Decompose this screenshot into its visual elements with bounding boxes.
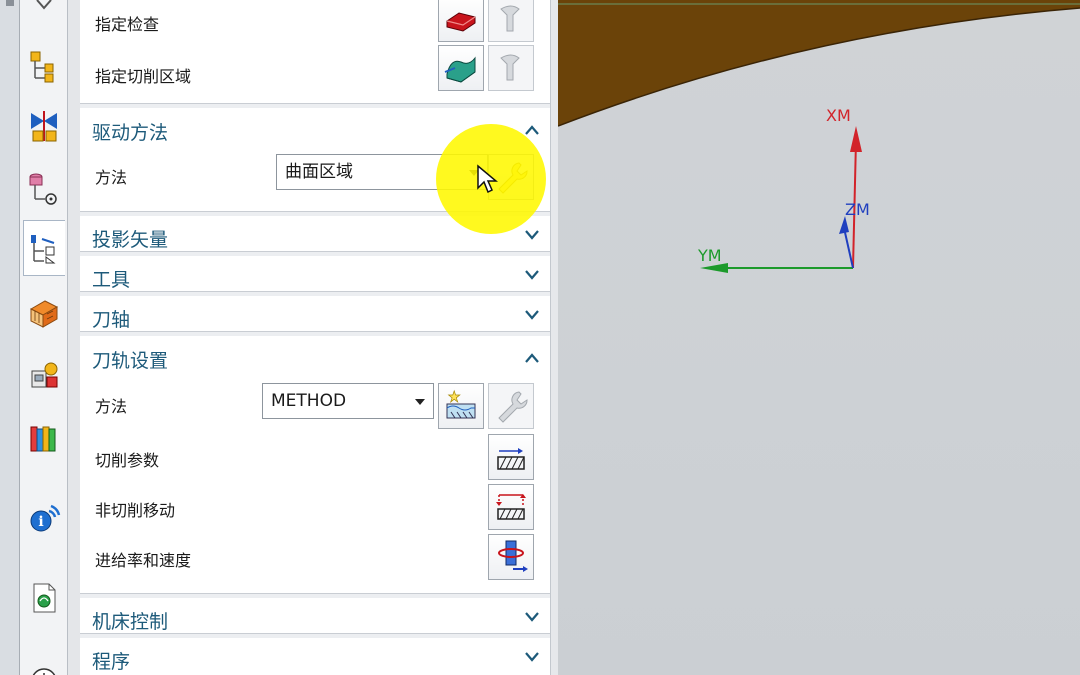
drive-method-label: 方法	[95, 168, 128, 187]
part-surface	[558, 0, 1080, 126]
part-scene	[558, 0, 1080, 273]
graphics-viewport[interactable]: XM YM ZM	[558, 0, 1080, 675]
chevron-down-icon[interactable]	[524, 228, 540, 240]
program-title: 程序	[92, 651, 131, 673]
library-icon[interactable]	[23, 410, 65, 466]
non-cutting-moves-icon	[496, 494, 526, 520]
new-method-icon	[446, 389, 476, 419]
svg-text:i: i	[38, 514, 43, 530]
operation-dialog: 指定检查 指定切削区域 驱动方法 方法 曲面区域 投影矢量 工具 刀轴 刀轨设置…	[80, 0, 550, 675]
drive-method-title[interactable]: 驱动方法	[92, 118, 168, 145]
path-method-select[interactable]: METHOD	[262, 383, 434, 419]
window-edge-stub	[6, 0, 14, 6]
specify-cut-area-display-button[interactable]	[488, 45, 534, 91]
info-icon[interactable]: i	[23, 490, 65, 546]
specify-check-label: 指定检查	[95, 15, 160, 34]
specify-cut-area-button[interactable]	[438, 45, 484, 91]
feeds-speeds-label: 进给率和速度	[95, 551, 192, 570]
zm-axis-label: ZM	[845, 200, 870, 219]
wrench-icon	[498, 391, 528, 423]
history-clock-icon[interactable]	[23, 650, 65, 675]
chevron-down-icon[interactable]	[524, 268, 540, 280]
chevron-down-icon[interactable]	[524, 650, 540, 662]
cut-params-button[interactable]	[488, 434, 534, 480]
zm-axis-line	[843, 227, 854, 269]
specify-check-button[interactable]	[438, 0, 484, 42]
machine-control-section[interactable]: 机床控制	[80, 598, 550, 634]
tool-title: 工具	[92, 269, 131, 291]
cut-area-icon	[444, 56, 476, 83]
geometry-section: 指定检查 指定切削区域	[80, 0, 550, 104]
document-icon[interactable]	[23, 570, 65, 626]
tool-axis-section[interactable]: 刀轴	[80, 296, 550, 332]
cut-parameters-icon	[497, 448, 525, 470]
feeds-speeds-button[interactable]	[488, 534, 534, 580]
outer-window-edge	[0, 0, 20, 675]
chevron-down-icon[interactable]	[524, 308, 540, 320]
xm-axis-arrow	[850, 126, 862, 152]
flashlight-icon	[500, 5, 520, 32]
chevron-up-icon[interactable]	[524, 352, 540, 364]
path-method-value: METHOD	[271, 391, 347, 411]
panel-gutter	[68, 0, 80, 675]
specify-cut-area-label: 指定切削区域	[95, 67, 192, 86]
tool-axis-title: 刀轴	[92, 309, 131, 331]
path-method-label: 方法	[95, 397, 128, 416]
cut-params-label: 切削参数	[95, 451, 160, 470]
part-navigator-icon[interactable]	[23, 160, 65, 216]
machine-tool-icon[interactable]	[23, 286, 65, 342]
machine-control-title: 机床控制	[92, 611, 169, 633]
process-icon[interactable]	[23, 348, 65, 404]
resource-bar: i	[20, 0, 68, 675]
assembly-navigator-icon[interactable]	[23, 38, 65, 94]
panel-scrollbar[interactable]	[550, 0, 558, 675]
create-method-button[interactable]	[438, 383, 484, 429]
projection-vector-title: 投影矢量	[92, 229, 169, 251]
feeds-speeds-icon	[498, 540, 528, 572]
mouse-pointer-icon	[477, 164, 498, 194]
flashlight-icon	[500, 54, 520, 81]
non-cut-moves-button[interactable]	[488, 484, 534, 530]
non-cut-moves-label: 非切削移动	[95, 501, 176, 520]
chevron-up-icon[interactable]	[524, 124, 540, 136]
path-settings-section: 刀轨设置 方法 METHOD 切削参数 非切削移动 进给率和速度	[80, 336, 550, 594]
resource-top-partial-icon[interactable]	[23, 0, 65, 14]
specify-check-display-button[interactable]	[488, 0, 534, 42]
check-geometry-icon	[446, 12, 476, 32]
tool-section[interactable]: 工具	[80, 256, 550, 292]
program-section[interactable]: 程序	[80, 638, 550, 675]
chevron-down-icon[interactable]	[524, 610, 540, 622]
edit-method-button[interactable]	[488, 383, 534, 429]
drive-method-value: 曲面区域	[285, 162, 353, 182]
operation-navigator-icon[interactable]	[23, 220, 65, 276]
xm-axis-label: XM	[826, 106, 851, 125]
dropdown-arrow-icon	[415, 399, 425, 405]
constraint-navigator-icon[interactable]	[23, 98, 65, 154]
path-settings-title[interactable]: 刀轨设置	[92, 346, 168, 373]
ym-axis-label: YM	[698, 246, 722, 265]
